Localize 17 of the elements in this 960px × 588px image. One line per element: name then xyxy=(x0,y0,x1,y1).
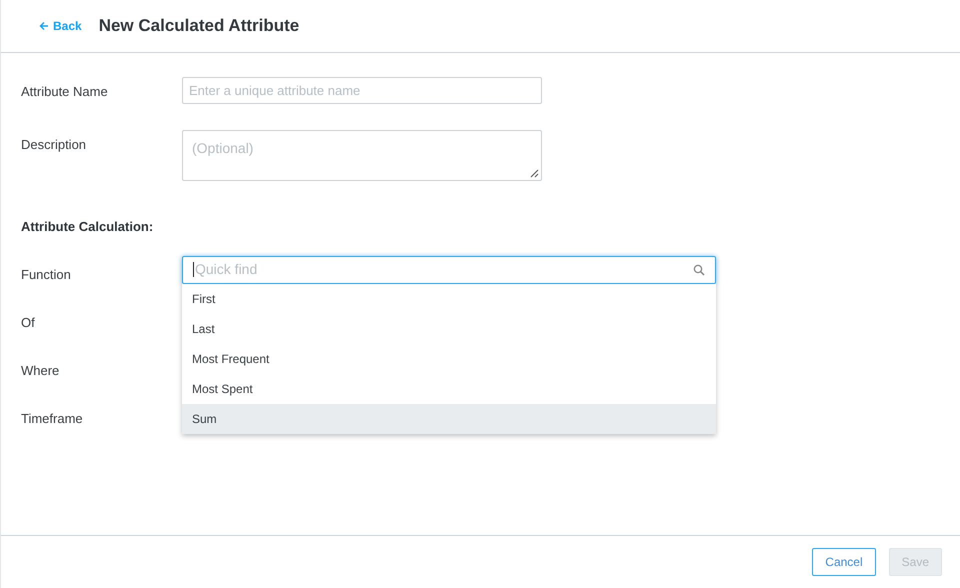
dropdown-option[interactable]: Sum xyxy=(182,404,716,434)
section-title: Attribute Calculation: xyxy=(21,218,154,236)
search-icon xyxy=(693,264,705,276)
field-label: Timeframe xyxy=(21,410,83,426)
page-title: New Calculated Attribute xyxy=(98,15,300,38)
field-label: Description xyxy=(21,136,88,154)
dropdown-option[interactable]: Last xyxy=(182,314,716,344)
dropdown-option[interactable]: First xyxy=(182,284,716,314)
field-label: Of xyxy=(21,314,35,330)
arrow-left-icon xyxy=(39,21,49,31)
dropdown-option[interactable]: Most Frequent xyxy=(182,344,716,374)
field-label: Where xyxy=(21,362,60,378)
field-label: Function xyxy=(21,266,71,282)
resize-handle-icon[interactable] xyxy=(529,168,539,178)
name-field[interactable]: Enter a unique attribute name xyxy=(182,77,542,104)
dropdown-option[interactable]: Most Spent xyxy=(182,374,716,404)
field-label: Attribute Name xyxy=(21,83,109,101)
